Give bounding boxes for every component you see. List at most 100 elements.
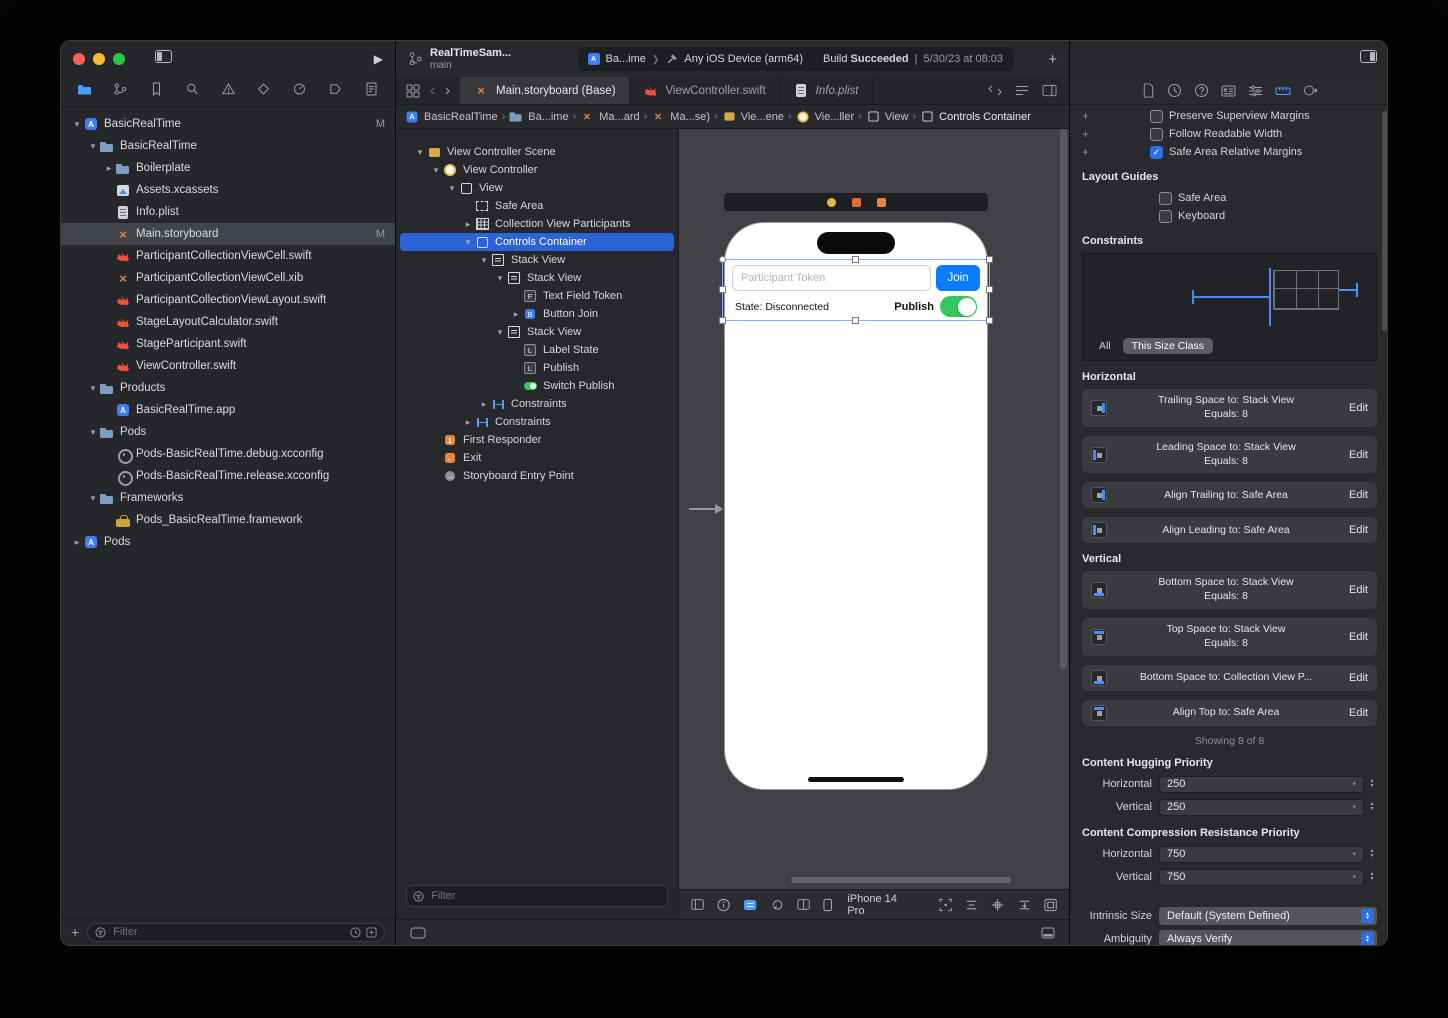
- editor-layout-icon[interactable]: [410, 927, 426, 939]
- file-row[interactable]: Pods-BasicRealTime.debug.xcconfig: [61, 443, 395, 465]
- orientation-icon[interactable]: [771, 898, 784, 912]
- file-row[interactable]: ViewController.swift: [61, 355, 395, 377]
- vertical-scrollbar[interactable]: [1060, 129, 1067, 669]
- constraint-row[interactable]: Top Space to: Stack View Equals: 8 Edit: [1082, 618, 1377, 656]
- join-button[interactable]: Join: [936, 265, 980, 291]
- first-responder-icon[interactable]: [852, 198, 861, 207]
- add-editor-icon[interactable]: [1042, 84, 1057, 97]
- constraint-row[interactable]: Align Trailing to: Safe Area Edit: [1082, 482, 1377, 508]
- run-button[interactable]: ▶: [374, 52, 383, 66]
- file-row[interactable]: Pods_BasicRealTime.framework: [61, 509, 395, 531]
- editor-tab[interactable]: Main.storyboard (Base): [460, 77, 630, 104]
- ambiguity-popup[interactable]: Always Verify ▴▾: [1159, 930, 1377, 945]
- constraint-row[interactable]: Align Leading to: Safe Area Edit: [1082, 517, 1377, 543]
- attributes-inspector-icon[interactable]: [1248, 84, 1263, 98]
- disclosure-chevron[interactable]: [87, 383, 99, 394]
- file-row[interactable]: Main.storyboard M: [61, 223, 395, 245]
- checkbox[interactable]: [1150, 146, 1163, 159]
- breadcrumb-item[interactable]: BasicRealTime: [404, 110, 508, 123]
- outline-row[interactable]: Stack View: [400, 269, 674, 287]
- file-row[interactable]: StageLayoutCalculator.swift: [61, 311, 395, 333]
- file-row[interactable]: ParticipantCollectionViewLayout.swift: [61, 289, 395, 311]
- constraint-edit-button[interactable]: Edit: [1349, 707, 1368, 719]
- zoom-window-button[interactable]: [113, 53, 125, 65]
- outline-row[interactable]: Switch Publish: [400, 377, 674, 395]
- info-icon[interactable]: [717, 898, 730, 912]
- outline-row[interactable]: Label State: [400, 341, 674, 359]
- outline-row[interactable]: First Responder: [400, 431, 674, 449]
- checkbox[interactable]: [1150, 110, 1163, 123]
- activity-view[interactable]: A Ba...ime ❯ Any iOS Device (arm64) Buil…: [578, 47, 1014, 71]
- add-file-button[interactable]: +: [71, 925, 79, 939]
- constraints-diagram[interactable]: All This Size Class: [1082, 253, 1377, 361]
- debug-navigator-icon[interactable]: [292, 82, 307, 101]
- file-row[interactable]: Frameworks: [61, 487, 395, 509]
- add-variation-button[interactable]: +: [1082, 127, 1094, 141]
- checkbox[interactable]: [1159, 192, 1172, 205]
- priority-value-field[interactable]: 250▾: [1159, 799, 1364, 816]
- outline-row[interactable]: Constraints: [400, 413, 674, 431]
- inspector-scrollbar[interactable]: [1382, 111, 1388, 331]
- toggle-right-panel-icon[interactable]: [1360, 50, 1377, 68]
- editor-tab[interactable]: Info.plist: [780, 77, 873, 104]
- file-row[interactable]: BasicRealTime M: [61, 113, 395, 135]
- device-name-label[interactable]: iPhone 14 Pro: [847, 893, 913, 917]
- disclosure-chevron[interactable]: [71, 119, 83, 130]
- iphone-device-preview[interactable]: Participant Token Join State: Disconnect…: [724, 222, 988, 790]
- breadcrumb-item[interactable]: Controls Container: [919, 110, 1031, 123]
- project-navigator-icon[interactable]: [77, 82, 92, 101]
- recent-files-icon[interactable]: [350, 927, 361, 938]
- minimize-window-button[interactable]: [93, 53, 105, 65]
- outline-toggle-icon[interactable]: [691, 898, 704, 911]
- go-forward-icon[interactable]: ›: [445, 83, 450, 98]
- outline-row[interactable]: Storyboard Entry Point: [400, 467, 674, 485]
- participant-token-field[interactable]: Participant Token: [732, 265, 931, 291]
- breakpoint-navigator-icon[interactable]: [328, 82, 343, 101]
- outline-row[interactable]: View Controller: [400, 161, 674, 179]
- outline-row[interactable]: View Controller Scene: [400, 143, 674, 161]
- file-row[interactable]: BasicRealTime: [61, 135, 395, 157]
- constraint-row[interactable]: Align Top to: Safe Area Edit: [1082, 700, 1377, 726]
- size-class-tab-this[interactable]: This Size Class: [1123, 338, 1213, 354]
- disclosure-chevron[interactable]: [414, 147, 426, 158]
- exit-icon[interactable]: [877, 198, 886, 207]
- breadcrumb-item[interactable]: Ba...ime: [508, 110, 579, 123]
- outline-row[interactable]: Controls Container: [400, 233, 674, 251]
- disclosure-chevron[interactable]: [462, 417, 474, 428]
- size-inspector-icon[interactable]: [1275, 84, 1291, 98]
- constraint-edit-button[interactable]: Edit: [1349, 672, 1368, 684]
- outline-row[interactable]: Exit: [400, 449, 674, 467]
- outline-row[interactable]: Collection View Participants: [400, 215, 674, 233]
- priority-value-field[interactable]: 750▾: [1159, 869, 1364, 886]
- disclosure-chevron[interactable]: [462, 237, 474, 248]
- file-inspector-icon[interactable]: [1141, 83, 1155, 98]
- disclosure-chevron[interactable]: [430, 165, 442, 176]
- disclosure-chevron[interactable]: [71, 537, 83, 548]
- find-navigator-icon[interactable]: [185, 82, 200, 101]
- outline-row[interactable]: Stack View: [400, 323, 674, 341]
- scheme-selector[interactable]: RealTimeSam... main: [408, 47, 558, 71]
- file-row[interactable]: Products: [61, 377, 395, 399]
- constraint-edit-button[interactable]: Edit: [1349, 631, 1368, 643]
- add-constraints-icon[interactable]: [991, 898, 1004, 912]
- file-row[interactable]: Info.plist: [61, 201, 395, 223]
- constraint-edit-button[interactable]: Edit: [1349, 524, 1368, 536]
- size-class-tab-all[interactable]: All: [1099, 340, 1111, 352]
- editor-tab[interactable]: ViewController.swift: [630, 77, 780, 104]
- file-row[interactable]: BasicRealTime.app: [61, 399, 395, 421]
- breadcrumb-item[interactable]: Ma...ard: [579, 110, 650, 123]
- intrinsic-size-popup[interactable]: Default (System Defined) ▴▾: [1159, 907, 1377, 925]
- disclosure-chevron[interactable]: [478, 399, 490, 410]
- state-row[interactable]: State: Disconnected Publish: [726, 293, 986, 320]
- constraint-edit-button[interactable]: Edit: [1349, 584, 1368, 596]
- outline-filter-input[interactable]: [429, 889, 661, 903]
- disclosure-chevron[interactable]: [462, 219, 474, 230]
- outline-row[interactable]: Text Field Token: [400, 287, 674, 305]
- constraint-edit-button[interactable]: Edit: [1349, 489, 1368, 501]
- file-row[interactable]: ParticipantCollectionViewCell.xib: [61, 267, 395, 289]
- priority-value-field[interactable]: 250▾: [1159, 776, 1364, 793]
- navigator-filter-input[interactable]: [111, 925, 345, 939]
- variants-icon[interactable]: [797, 898, 810, 911]
- align-icon[interactable]: [965, 898, 978, 912]
- resolve-auto-layout-icon[interactable]: [1018, 898, 1031, 912]
